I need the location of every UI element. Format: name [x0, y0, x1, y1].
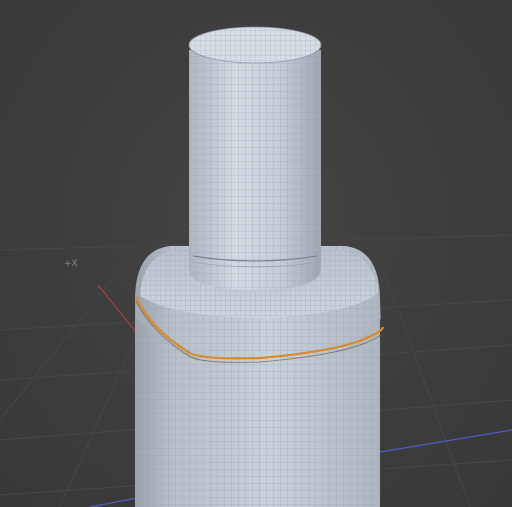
z-axis-line [379, 429, 512, 453]
axis-label-x: +X [64, 259, 78, 269]
x-axis-line [97, 284, 137, 333]
3d-viewport[interactable]: +X [0, 0, 512, 507]
scene-canvas[interactable] [0, 0, 512, 507]
cap-cylinder[interactable] [188, 26, 322, 290]
